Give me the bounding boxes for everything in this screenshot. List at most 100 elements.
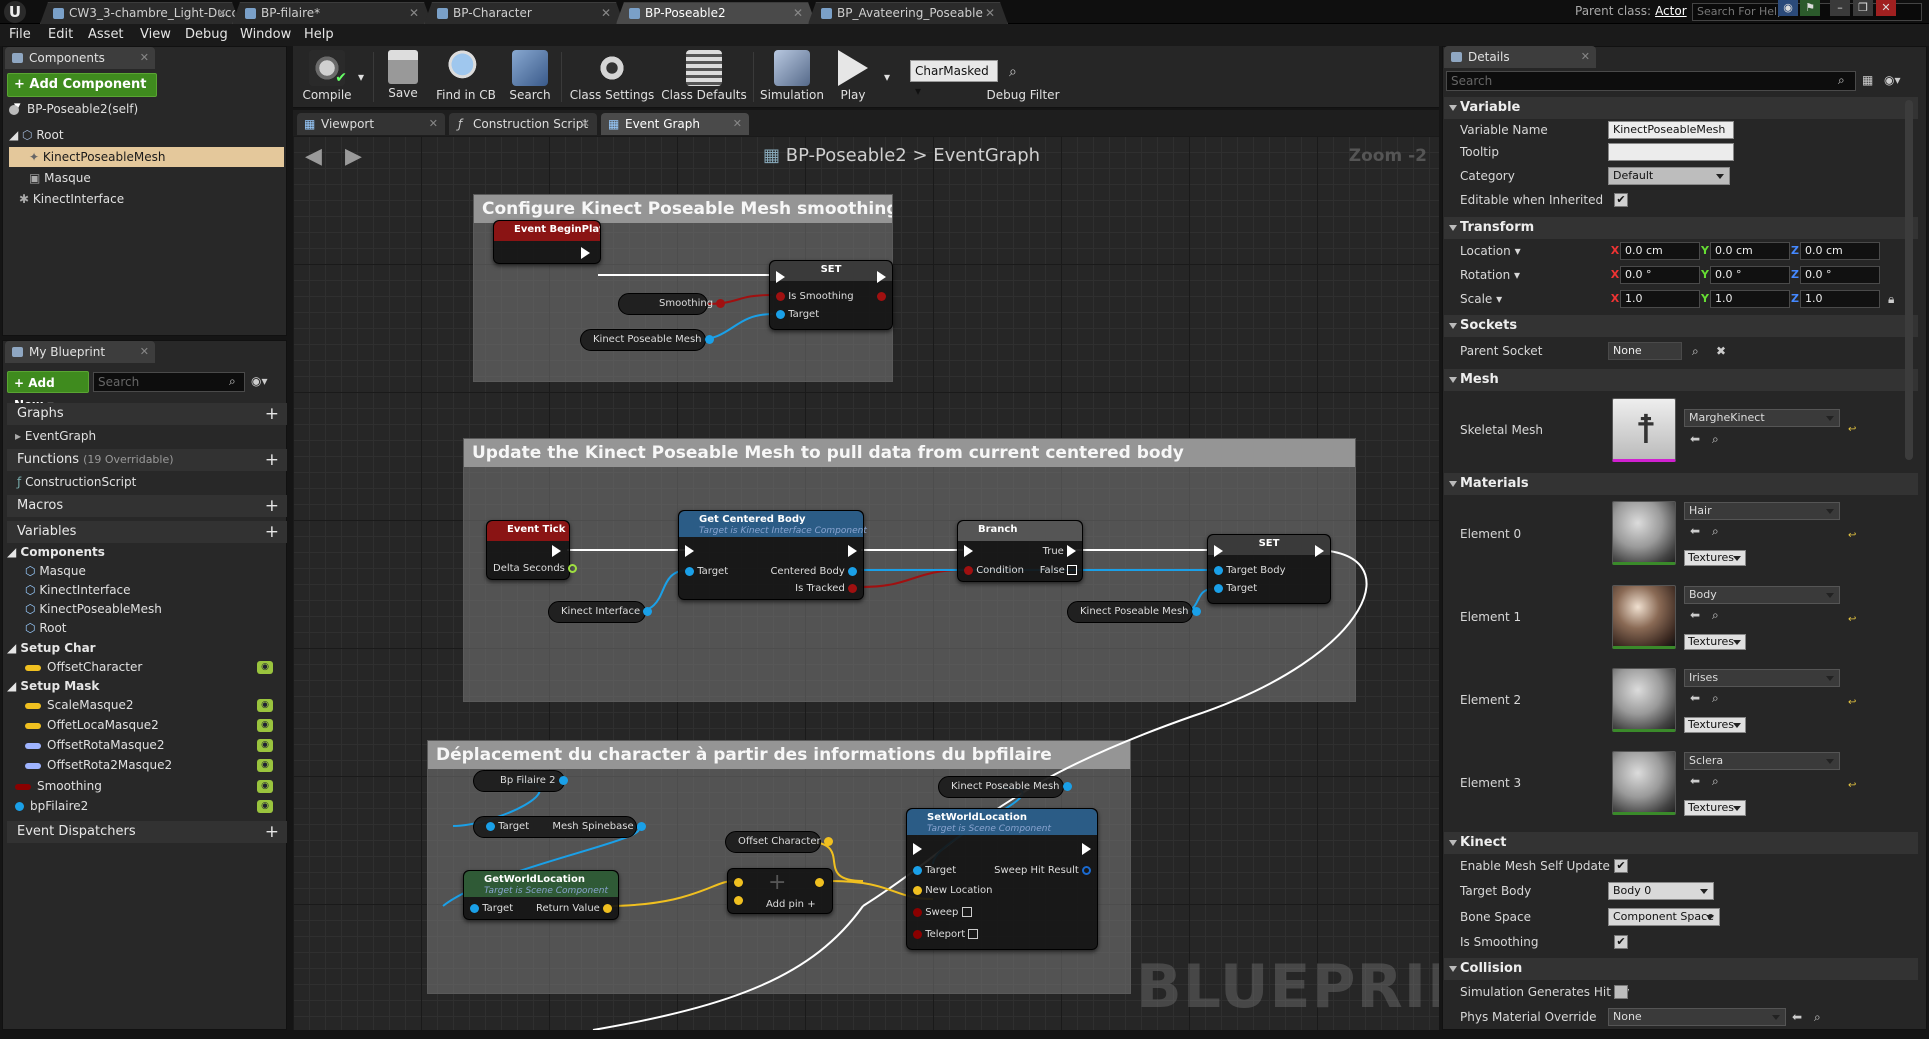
browse-icon[interactable]: ⌕ [1712, 691, 1719, 706]
var-offset-character[interactable]: OffsetCharacter ◉ [25, 658, 285, 677]
menu-asset[interactable]: Asset [88, 27, 124, 42]
material-thumbnail-hair[interactable] [1612, 501, 1676, 565]
construction-script-item[interactable]: ƒ ConstructionScript [17, 473, 136, 492]
exec-in-pin[interactable] [1214, 545, 1223, 558]
class-settings-button[interactable]: Class Settings [569, 50, 655, 106]
minimize-button[interactable]: – [1830, 0, 1850, 16]
target-pin[interactable]: Target [776, 309, 819, 321]
is-smoothing-out-pin[interactable] [877, 291, 886, 303]
kinect-section[interactable]: Kinect [1444, 832, 1918, 854]
sweep-hit-result-pin[interactable]: Sweep Hit Result [994, 865, 1091, 877]
close-icon[interactable]: ✕ [793, 3, 803, 23]
lock-icon[interactable]: 🔒︎ [1888, 287, 1894, 311]
add-dispatcher-icon[interactable]: + [265, 821, 279, 843]
var-offset-rota-masque2[interactable]: OffsetRotaMasque2 ◉ [25, 736, 285, 755]
materials-section[interactable]: Materials [1444, 473, 1918, 495]
editable-inherited-checkbox[interactable]: ✔ [1614, 193, 1628, 207]
doc-tab-level[interactable]: CW3_3-chambre_Light-Ducci ✕ [40, 2, 240, 24]
bone-space-dropdown[interactable]: Component Space [1608, 908, 1720, 926]
exec-out-pin[interactable] [1082, 843, 1091, 856]
menu-edit[interactable]: Edit [48, 27, 73, 42]
material-dropdown[interactable]: Body [1684, 586, 1840, 604]
add-new-button[interactable]: + Add New ▾ [7, 371, 89, 412]
sweep-checkbox[interactable] [961, 907, 972, 917]
event-dispatchers-header[interactable]: Event Dispatchers + [7, 821, 287, 843]
new-location-pin[interactable]: New Location [913, 885, 992, 897]
node-set-is-smoothing[interactable]: SET Is Smoothing Target [769, 260, 893, 330]
property-matrix-icon[interactable]: ▦ [1862, 73, 1873, 87]
result-pin[interactable] [815, 877, 824, 889]
exec-in-pin[interactable] [685, 545, 694, 558]
tab-viewport[interactable]: ▦ Viewport ✕ [297, 113, 445, 135]
return-value-pin[interactable]: Return Value [536, 903, 612, 915]
debug-object-select[interactable]: CharMasked ▾ [910, 60, 998, 98]
var-offet-loca-masque2[interactable]: OffetLocaMasque2 ◉ [25, 716, 285, 735]
node-set-world-location[interactable]: SetWorldLocation Target is Scene Compone… [906, 808, 1098, 950]
browse-icon[interactable]: ⌕ [1712, 524, 1719, 539]
node-get-world-location[interactable]: GetWorldLocation Target is Scene Compone… [463, 870, 619, 920]
class-defaults-button[interactable]: Class Defaults [661, 50, 747, 106]
add-function-icon[interactable]: + [265, 449, 279, 471]
notifications-icon[interactable]: ⚑ [1800, 0, 1820, 16]
condition-pin[interactable]: Condition [964, 565, 1024, 577]
var-offset-rota2-masque2[interactable]: OffsetRota2Masque2 ◉ [25, 756, 285, 775]
use-selected-arrow-icon[interactable]: ⬅ [1792, 1005, 1802, 1029]
node-get-offset-character[interactable]: Offset Character [725, 831, 833, 853]
phys-material-dropdown[interactable]: None [1608, 1008, 1786, 1026]
sweep-pin[interactable]: Sweep [913, 907, 972, 919]
components-tab[interactable]: Components ✕ [5, 47, 155, 69]
eye-icon[interactable]: ◉ [257, 759, 273, 772]
doc-tab-bp-poseable2[interactable]: BP-Poseable2 ✕ [616, 2, 816, 24]
target-body-pin[interactable]: Target Body [1214, 565, 1286, 577]
var-kinect-poseable-mesh[interactable]: ⬡ KinectPoseableMesh [25, 600, 162, 619]
browse-icon[interactable]: ⌕ [1712, 608, 1719, 623]
node-set-target-body[interactable]: SET Target Body Target [1207, 534, 1331, 604]
variable-section[interactable]: Variable [1444, 97, 1918, 119]
doc-tab-bp-filaire[interactable]: BP-filaire* ✕ [232, 2, 432, 24]
parent-socket-field[interactable]: None [1608, 342, 1682, 360]
doc-tab-bp-avateering[interactable]: BP_Avateering_Poseable ✕ [808, 2, 1008, 24]
details-search-input[interactable]: Search [1446, 71, 1856, 91]
menu-window[interactable]: Window [240, 27, 291, 42]
sim-generates-hit-checkbox[interactable] [1614, 985, 1628, 999]
search-button[interactable]: Search [505, 50, 555, 106]
use-selected-arrow-icon[interactable]: ⬅ [1690, 691, 1700, 705]
exec-in-pin[interactable] [776, 271, 785, 284]
menu-help[interactable]: Help [304, 27, 334, 42]
node-get-smoothing[interactable]: Smoothing [618, 293, 726, 315]
event-graph-item[interactable]: ▸ EventGraph [15, 427, 96, 446]
tab-event-graph[interactable]: ▦ Event Graph ✕ [601, 113, 749, 135]
node-add-vector[interactable]: + Add pin + [727, 868, 833, 914]
rotation-y-input[interactable]: 0.0 ° [1710, 266, 1790, 284]
node-get-kinect-poseable-mesh-2[interactable]: Kinect Poseable Mesh [1067, 601, 1201, 623]
material-thumbnail-body[interactable] [1612, 585, 1676, 649]
node-branch[interactable]: Branch True Condition False [957, 520, 1083, 582]
material-thumbnail-irises[interactable] [1612, 668, 1676, 732]
exec-out-pin[interactable] [552, 545, 561, 558]
var-bp-filaire2[interactable]: bpFilaire2 ◉ [15, 797, 285, 816]
parent-class-link[interactable]: Actor [1655, 4, 1687, 18]
textures-dropdown[interactable]: Textures [1684, 717, 1746, 733]
simulation-button[interactable]: Simulation [759, 50, 825, 106]
search-icon[interactable]: ⌕ [1692, 339, 1699, 363]
browse-icon[interactable]: ⌕ [1814, 1005, 1821, 1029]
centered-body-pin[interactable]: Centered Body [770, 566, 857, 578]
is-smoothing-checkbox[interactable]: ✔ [1614, 935, 1628, 949]
material-thumbnail-sclera[interactable] [1612, 751, 1676, 815]
macros-header[interactable]: Macros + [7, 495, 287, 517]
location-y-input[interactable]: 0.0 cm [1710, 242, 1790, 260]
tree-root[interactable]: ◢ ⬡ Root [9, 125, 64, 145]
close-icon[interactable]: ✕ [140, 47, 149, 69]
node-get-kinect-poseable-mesh-3[interactable]: Kinect Poseable Mesh [938, 776, 1072, 798]
browse-icon[interactable]: ⌕ [1712, 774, 1719, 789]
eye-icon[interactable]: ◉ [257, 661, 273, 674]
add-variable-icon[interactable]: + [265, 521, 279, 543]
var-scale-masque2[interactable]: ScaleMasque2 ◉ [25, 696, 285, 715]
add-graph-icon[interactable]: + [265, 403, 279, 425]
close-icon[interactable]: ✕ [140, 341, 149, 363]
mesh-section[interactable]: Mesh [1444, 369, 1918, 391]
scale-x-input[interactable]: 1.0 [1620, 290, 1700, 308]
event-graph-canvas[interactable]: ◀ ▶ ▦ BP-Poseable2 > EventGraph Zoom -2 … [293, 136, 1439, 1030]
node-event-tick[interactable]: Event Tick Delta Seconds [486, 520, 578, 580]
material-dropdown[interactable]: Irises [1684, 669, 1840, 687]
